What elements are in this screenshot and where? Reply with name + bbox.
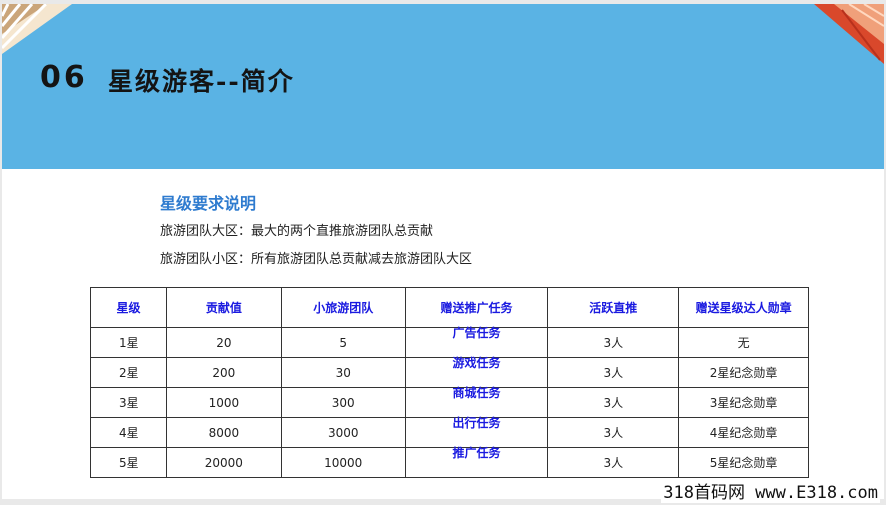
- table-cell: 4星: [90, 417, 167, 448]
- table-row: 4星 8000 3000 出行任务 3人 4星纪念勋章: [90, 416, 809, 448]
- slide: 06 星级游客--简介 星级要求说明 旅游团队大区：最大的两个直推旅游团队总贡献…: [0, 0, 886, 505]
- task-label: 商城任务: [452, 386, 501, 400]
- table-cell: 3人: [547, 327, 680, 358]
- fan-decoration-icon: [814, 4, 884, 64]
- table-cell: 8000: [165, 417, 282, 448]
- column-header: 小旅游团队: [280, 287, 406, 328]
- table-cell: 300: [280, 387, 406, 418]
- description-line: 旅游团队小区：所有旅游团队总贡献减去旅游团队大区: [160, 252, 473, 267]
- table-cell: 30: [280, 357, 406, 388]
- table-cell: 4星纪念勋章: [678, 417, 809, 448]
- table-cell: 20000: [165, 447, 282, 478]
- table-cell: 3人: [547, 417, 680, 448]
- table-cell: 推广任务: [404, 446, 549, 478]
- table-cell: 商城任务: [404, 386, 549, 418]
- task-label: 广告任务: [452, 326, 501, 340]
- table-row: 5星 20000 10000 推广任务 3人 5星纪念勋章: [90, 446, 809, 478]
- section-heading: 星级要求说明: [160, 194, 257, 213]
- star-level-table: 星级 贡献值 小旅游团队 赠送推广任务 活跃直推 赠送星级达人勋章 1星 20 …: [90, 287, 809, 478]
- slide-title: 星级游客--简介: [108, 67, 295, 96]
- fan-decoration-icon: [2, 4, 72, 54]
- description-line: 旅游团队大区：最大的两个直推旅游团队总贡献: [160, 224, 434, 239]
- column-header: 赠送推广任务: [404, 287, 549, 328]
- table-cell: 2星纪念勋章: [678, 357, 809, 388]
- table-cell: 5星纪念勋章: [678, 447, 809, 478]
- column-header: 星级: [90, 287, 167, 328]
- table-cell: 游戏任务: [404, 356, 549, 388]
- table-row: 1星 20 5 广告任务 3人 无: [90, 326, 809, 358]
- watermark: 318首码网 www.E318.com: [661, 478, 880, 503]
- table-cell: 200: [165, 357, 282, 388]
- task-label: 出行任务: [452, 416, 501, 430]
- table-cell: 无: [678, 327, 809, 358]
- column-header: 赠送星级达人勋章: [678, 287, 809, 328]
- table-cell: 3000: [280, 417, 406, 448]
- table-cell: 3星: [90, 387, 167, 418]
- task-label: 推广任务: [452, 446, 501, 460]
- table-cell: 5星: [90, 447, 167, 478]
- table-cell: 10000: [280, 447, 406, 478]
- table-cell: 3人: [547, 357, 680, 388]
- column-header: 贡献值: [165, 287, 282, 328]
- slide-header: 06 星级游客--简介: [2, 4, 884, 169]
- table-row: 3星 1000 300 商城任务 3人 3星纪念勋章: [90, 386, 809, 418]
- slide-number: 06: [40, 60, 88, 95]
- table-cell: 3人: [547, 447, 680, 478]
- table-cell: 1星: [90, 327, 167, 358]
- table-cell: 2星: [90, 357, 167, 388]
- table-cell: 5: [280, 327, 406, 358]
- table-cell: 1000: [165, 387, 282, 418]
- table-cell: 3人: [547, 387, 680, 418]
- table-row: 2星 200 30 游戏任务 3人 2星纪念勋章: [90, 356, 809, 388]
- table-cell: 出行任务: [404, 416, 549, 448]
- table-cell: 3星纪念勋章: [678, 387, 809, 418]
- table-cell: 广告任务: [404, 326, 549, 358]
- table-cell: 20: [165, 327, 282, 358]
- task-label: 游戏任务: [452, 356, 501, 370]
- column-header: 活跃直推: [547, 287, 680, 328]
- table-header-row: 星级 贡献值 小旅游团队 赠送推广任务 活跃直推 赠送星级达人勋章: [90, 287, 809, 328]
